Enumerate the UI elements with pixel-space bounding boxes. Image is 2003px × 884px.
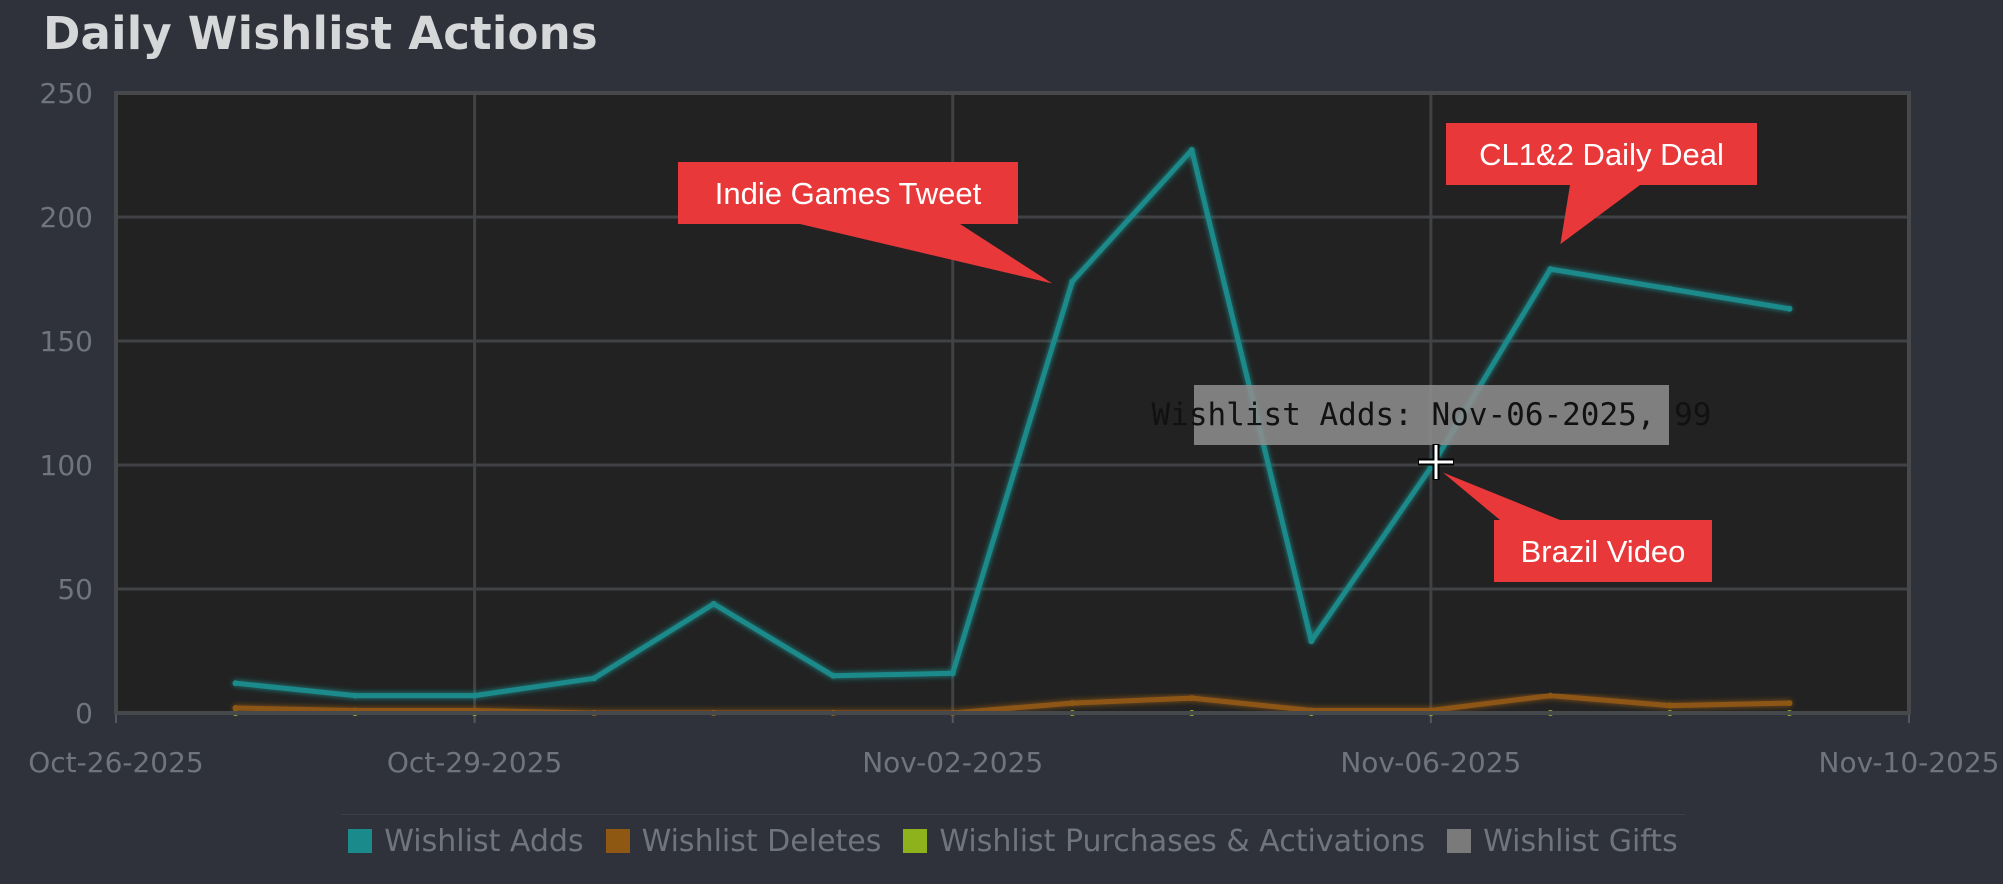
data-point-wishlist-adds[interactable] <box>1786 305 1793 312</box>
y-tick-label: 250 <box>40 77 93 110</box>
data-point-wishlist-adds[interactable] <box>710 600 717 607</box>
x-tick-label: Nov-02-2025 <box>862 746 1043 779</box>
y-tick-label: 150 <box>40 325 93 358</box>
x-tick-label: Nov-10-2025 <box>1819 746 2000 779</box>
legend-swatch <box>903 829 928 853</box>
data-point-wishlist-deletes[interactable] <box>1786 700 1793 707</box>
annotation-label: Brazil Video <box>1521 534 1686 569</box>
legend-swatch <box>348 829 373 853</box>
data-point-wishlist-adds[interactable] <box>1308 638 1315 645</box>
annotation-label: CL1&2 Daily Deal <box>1479 137 1724 172</box>
data-point-wishlist-adds[interactable] <box>352 692 359 699</box>
crosshair-cursor-icon <box>1418 444 1454 480</box>
data-point-wishlist-adds[interactable] <box>830 672 837 679</box>
line-chart[interactable]: 0 50 100 150 200 250 Oct-26-2025 Oct-29-2025 No… <box>0 0 2003 884</box>
data-point-wishlist-adds[interactable] <box>232 680 239 687</box>
legend: Wishlist Adds Wishlist Deletes Wishlist Pu… <box>341 814 1685 867</box>
legend-item[interactable]: Wishlist Deletes <box>605 823 882 859</box>
y-tick-label: 50 <box>57 573 93 606</box>
legend-item[interactable]: Wishlist Gifts <box>1447 824 1678 859</box>
y-tick-label: 200 <box>40 201 93 234</box>
data-point-wishlist-adds[interactable] <box>949 670 956 677</box>
data-point-wishlist-adds[interactable] <box>471 692 478 699</box>
data-point-wishlist-deletes[interactable] <box>1069 700 1076 707</box>
data-point-wishlist-deletes[interactable] <box>1666 702 1673 709</box>
data-tooltip: Wishlist Adds: Nov-06-2025, 99 <box>1152 385 1711 445</box>
y-tick-label: 0 <box>75 697 93 730</box>
legend-item[interactable]: Wishlist Purchases & Activations <box>903 824 1425 859</box>
legend-label: Wishlist Adds <box>384 823 584 859</box>
data-point-wishlist-deletes[interactable] <box>232 705 239 712</box>
legend-label: Wishlist Purchases & Activations <box>939 823 1426 859</box>
data-point-wishlist-adds[interactable] <box>1069 278 1076 285</box>
data-point-wishlist-adds[interactable] <box>1547 266 1554 273</box>
data-point-wishlist-deletes[interactable] <box>1547 692 1554 699</box>
annotation-label: Indie Games Tweet <box>715 176 982 211</box>
y-axis: 0 50 100 150 200 250 <box>40 77 93 730</box>
data-point-wishlist-adds[interactable] <box>591 675 598 682</box>
x-tick-label: Oct-29-2025 <box>387 746 563 779</box>
data-point-wishlist-adds[interactable] <box>1188 147 1195 154</box>
data-point-wishlist-deletes[interactable] <box>1188 695 1195 702</box>
legend-label: Wishlist Gifts <box>1483 823 1678 859</box>
x-tick-label: Nov-06-2025 <box>1340 746 1521 779</box>
legend-swatch <box>605 829 630 853</box>
data-point-wishlist-adds[interactable] <box>1666 285 1673 292</box>
x-axis: Oct-26-2025 Oct-29-2025 Nov-02-2025 Nov-06-… <box>28 713 2000 779</box>
legend-swatch <box>1447 829 1472 853</box>
legend-label: Wishlist Deletes <box>641 823 882 859</box>
x-tick-label: Oct-26-2025 <box>28 746 204 779</box>
y-tick-label: 100 <box>40 449 93 482</box>
legend-item[interactable]: Wishlist Adds <box>348 823 584 859</box>
